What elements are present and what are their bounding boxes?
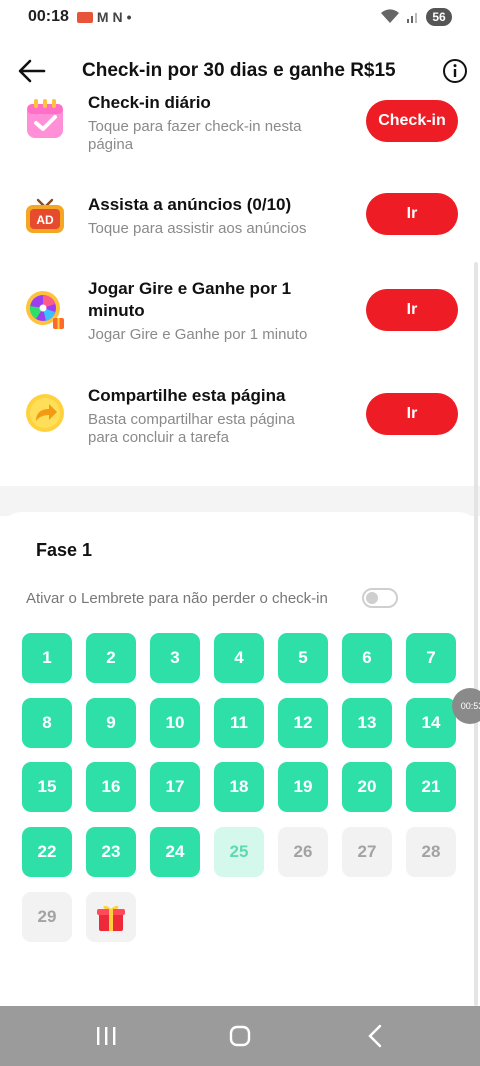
day-27: 27 <box>342 827 392 877</box>
gift-icon <box>97 905 125 931</box>
day-15: 15 <box>22 762 72 812</box>
wifi-icon <box>381 9 399 23</box>
day-1: 1 <box>22 633 72 683</box>
floating-timer[interactable]: 00:53 <box>452 688 480 724</box>
day-21: 21 <box>406 762 456 812</box>
task-subtitle-line2: para concluir a tarefa <box>88 429 229 446</box>
day-24: 24 <box>150 827 200 877</box>
system-nav-bar <box>0 1006 480 1066</box>
info-icon[interactable] <box>442 58 468 84</box>
day-10: 10 <box>150 698 200 748</box>
svg-text:AD: AD <box>36 213 54 227</box>
day-25: 25 <box>214 827 264 877</box>
recent-apps-icon[interactable] <box>86 1022 126 1050</box>
day-19: 19 <box>278 762 328 812</box>
share-arrow-icon <box>26 394 64 432</box>
reminder-toggle[interactable] <box>362 588 398 608</box>
task-title-line2: minuto <box>88 301 145 320</box>
day-28: 28 <box>406 827 456 877</box>
day-20: 20 <box>342 762 392 812</box>
day-9: 9 <box>86 698 136 748</box>
day-29: 29 <box>22 892 72 942</box>
scrollbar[interactable] <box>474 262 478 1006</box>
task-title: Compartilhe esta página <box>88 386 286 405</box>
status-time: 00:18 <box>28 8 69 25</box>
watch-ads-go-button[interactable]: Ir <box>366 193 458 235</box>
back-nav-icon[interactable] <box>356 1022 396 1050</box>
task-title: Assista a anúncios (0/10) <box>88 195 292 214</box>
phase-card <box>0 512 480 1006</box>
task-subtitle-line1: Toque para fazer check-in nesta <box>88 118 302 135</box>
spin-wheel-go-button[interactable]: Ir <box>366 289 458 331</box>
day-14: 14 <box>406 698 456 748</box>
day-7: 7 <box>406 633 456 683</box>
task-title: Check-in diário <box>88 93 211 112</box>
day-18: 18 <box>214 762 264 812</box>
task-title-line1: Jogar Gire e Ganhe por 1 <box>88 279 292 298</box>
ad-tv-icon: AD <box>26 198 64 233</box>
notification-icons: M N • <box>76 9 132 25</box>
day-6: 6 <box>342 633 392 683</box>
day-22: 22 <box>22 827 72 877</box>
share-go-button[interactable]: Ir <box>366 393 458 435</box>
notification-glyphs: M N <box>96 9 123 25</box>
day-8: 8 <box>22 698 72 748</box>
calendar-check-icon <box>27 99 63 138</box>
record-icon <box>76 11 93 23</box>
home-icon[interactable] <box>220 1022 260 1050</box>
day-4: 4 <box>214 633 264 683</box>
task-subtitle-line2: página <box>88 136 134 153</box>
page-title: Check-in por 30 dias e ganhe R$15 <box>82 60 396 81</box>
signal-icon <box>407 13 417 23</box>
task-subtitle-line1: Basta compartilhar esta página <box>88 411 295 428</box>
day-2: 2 <box>86 633 136 683</box>
phase-title: Fase 1 <box>36 540 93 560</box>
gift-reward-day <box>86 892 136 942</box>
reminder-label: Ativar o Lembrete para não perder o chec… <box>26 590 328 607</box>
day-17: 17 <box>150 762 200 812</box>
day-11: 11 <box>214 698 264 748</box>
header: Check-in por 30 dias e ganhe R$15 <box>0 48 480 94</box>
toggle-knob <box>366 592 378 604</box>
battery-icon: 56 <box>426 8 452 26</box>
task-subtitle-line1: Jogar Gire e Ganhe por 1 minuto <box>88 326 308 343</box>
task-subtitle-line1: Toque para assistir aos anúncios <box>88 220 307 237</box>
day-16: 16 <box>86 762 136 812</box>
day-26: 26 <box>278 827 328 877</box>
spin-wheel-icon <box>26 291 64 329</box>
day-13: 13 <box>342 698 392 748</box>
more-notifications-icon: • <box>126 9 132 25</box>
back-arrow-icon[interactable] <box>16 56 48 86</box>
day-12: 12 <box>278 698 328 748</box>
status-bar: 00:18 M N • 56 <box>0 0 480 34</box>
day-3: 3 <box>150 633 200 683</box>
checkin-button[interactable]: Check-in <box>366 100 458 142</box>
day-23: 23 <box>86 827 136 877</box>
day-5: 5 <box>278 633 328 683</box>
